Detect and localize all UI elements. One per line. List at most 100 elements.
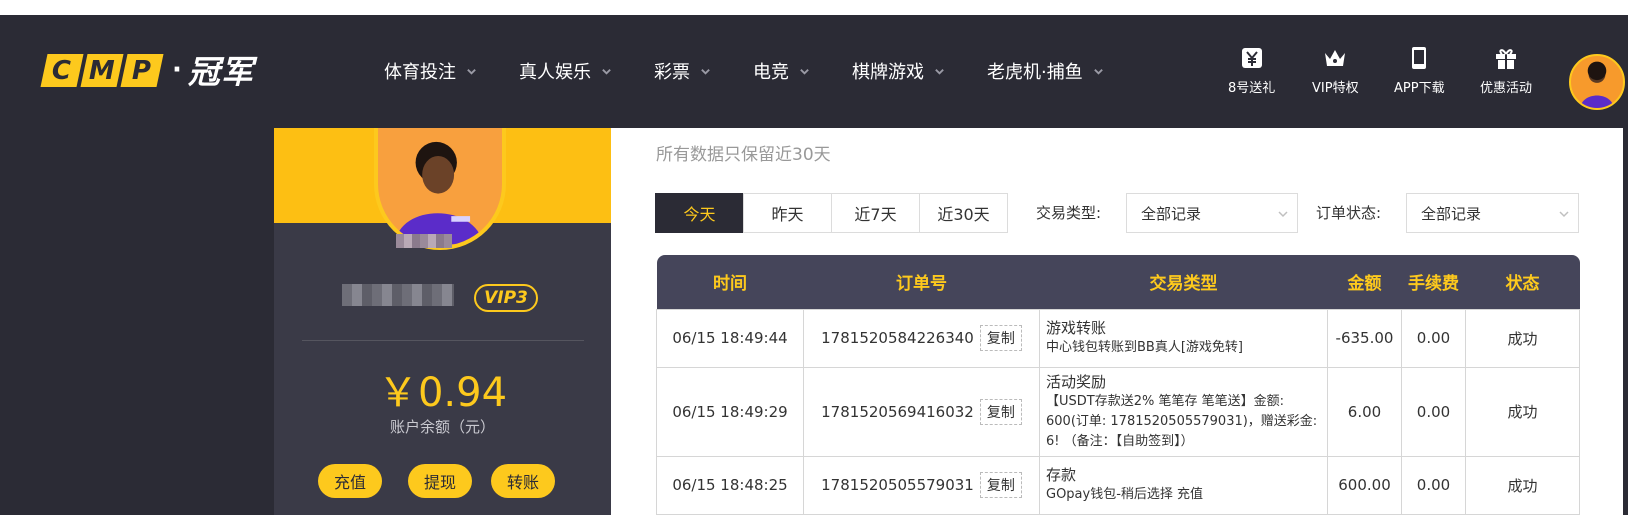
account-balance: ￥0.94	[377, 370, 508, 416]
user-avatar[interactable]	[1569, 54, 1625, 110]
cell-status: 成功	[1465, 308, 1580, 368]
type-title: 活动奖励	[1046, 372, 1107, 391]
withdraw-button[interactable]: 提现	[408, 464, 472, 498]
nav-label: 彩票	[654, 62, 690, 83]
nav-label: 棋牌游戏	[852, 62, 924, 83]
column-header-fee: 手续费	[1401, 255, 1466, 309]
column-header-amount: 金额	[1327, 255, 1402, 309]
nav-label: 体育投注	[384, 62, 456, 83]
account-card: VIP3 ￥0.94 账户余额（元） 充值 提现 转账	[274, 128, 611, 515]
crown-icon	[1325, 50, 1346, 66]
masked-username	[342, 284, 454, 306]
table-header-row: 时间 订单号 交易类型 金额 手续费 状态	[656, 255, 1580, 309]
copy-button[interactable]: 复制	[979, 398, 1022, 425]
order-id: 1781520505579031	[821, 476, 974, 494]
column-header-time: 时间	[656, 255, 804, 309]
gift-yen-icon	[1241, 48, 1262, 68]
chevron-down-icon	[1278, 211, 1288, 218]
cell-status: 成功	[1465, 455, 1580, 515]
nav-item-live-casino[interactable]: 真人娱乐	[519, 58, 612, 84]
cell-amount: 6.00	[1327, 366, 1402, 457]
cell-time: 06/15 18:49:29	[656, 366, 804, 457]
cell-type: 游戏转账 中心钱包转账到BB真人[游戏免转]	[1039, 308, 1328, 368]
logo-letter: P	[132, 55, 152, 85]
chevron-down-icon	[935, 68, 944, 75]
logo-letter-box: M	[80, 53, 124, 87]
transaction-type-label: 交易类型:	[1036, 204, 1102, 222]
cell-fee: 0.00	[1401, 366, 1466, 457]
chevron-down-icon	[602, 68, 611, 75]
table-row: 06/15 18:48:25 1781520505579031 复制 存款 GO…	[656, 455, 1580, 515]
quick-link-app[interactable]: APP下载	[1394, 45, 1445, 96]
date-range-tabs: 今天 昨天 近7天 近30天	[655, 193, 1008, 233]
cell-amount: 600.00	[1327, 455, 1402, 515]
order-cell: 1781520505579031 复制	[804, 472, 1039, 498]
avatar-image	[1580, 61, 1614, 108]
tab-last-7-days[interactable]: 近7天	[831, 193, 920, 233]
table-row: 06/15 18:49:44 1781520584226340 复制 游戏转账 …	[656, 308, 1580, 368]
chevron-down-icon	[800, 68, 809, 75]
nav-item-card-games[interactable]: 棋牌游戏	[852, 58, 945, 84]
avatar-image	[394, 141, 484, 245]
profile-avatar	[374, 128, 506, 250]
cell-fee: 0.00	[1401, 455, 1466, 515]
chevron-down-icon	[1559, 211, 1569, 218]
select-value: 全部记录	[1141, 204, 1202, 223]
quick-link-promotions[interactable]: 优惠活动	[1480, 45, 1532, 96]
transfer-button[interactable]: 转账	[491, 464, 555, 498]
select-value: 全部记录	[1421, 204, 1482, 223]
copy-button[interactable]: 复制	[979, 472, 1022, 498]
cell-order: 1781520569416032 复制	[803, 366, 1040, 457]
phone-icon	[1412, 47, 1427, 69]
masked-text	[396, 234, 452, 248]
cell-type: 活动奖励 【USDT存款送2% 笔笔存 笔笔送】金额: 600(订单: 1781…	[1039, 366, 1328, 457]
logo-letter-box: C	[40, 53, 84, 87]
order-status-select[interactable]: 全部记录	[1406, 193, 1579, 233]
tab-last-30-days[interactable]: 近30天	[919, 193, 1008, 233]
tab-today[interactable]: 今天	[655, 193, 744, 233]
nav-item-esports[interactable]: 电竞	[753, 58, 810, 84]
tab-yesterday[interactable]: 昨天	[743, 193, 832, 233]
present-icon	[1496, 49, 1516, 69]
nav-label: 老虎机·捕鱼	[987, 62, 1083, 83]
quick-link-vip[interactable]: VIP特权	[1312, 45, 1359, 96]
column-header-transaction-type: 交易类型	[1039, 255, 1328, 309]
transaction-type-select[interactable]: 全部记录	[1126, 193, 1298, 233]
quick-link-label: 优惠活动	[1480, 81, 1533, 96]
nav-item-slots-fishing[interactable]: 老虎机·捕鱼	[987, 58, 1104, 84]
column-header-order-id: 订单号	[803, 255, 1040, 309]
chevron-down-icon	[1093, 68, 1103, 75]
logo-dot: ·	[172, 55, 182, 85]
order-id: 1781520584226340	[821, 329, 974, 347]
type-description: GOpay钱包-稍后选择 充值	[1046, 487, 1204, 502]
site-logo[interactable]: C M P · 冠军	[40, 52, 254, 91]
chevron-down-icon	[467, 68, 476, 75]
retention-note: 所有数据只保留近30天	[656, 145, 831, 165]
card-divider	[302, 340, 584, 341]
chevron-down-icon	[701, 68, 710, 75]
copy-button[interactable]: 复制	[979, 325, 1022, 351]
nav-item-sports[interactable]: 体育投注	[384, 58, 477, 84]
quick-link-gift[interactable]: 8号送礼	[1228, 45, 1275, 96]
logo-letter: C	[52, 55, 72, 85]
logo-letter-box: P	[120, 53, 164, 87]
type-title: 游戏转账	[1046, 319, 1107, 337]
logo-letter: M	[89, 55, 115, 85]
cell-time: 06/15 18:48:25	[656, 455, 804, 515]
order-cell: 1781520569416032 复制	[804, 398, 1039, 425]
transaction-panel: 所有数据只保留近30天 今天 昨天 近7天 近30天 交易类型: 全部记录 订单…	[611, 128, 1623, 515]
cell-fee: 0.00	[1401, 308, 1466, 368]
column-header-status: 状态	[1465, 255, 1580, 309]
logo-wordmark: 冠军	[187, 53, 254, 91]
balance-label: 账户余额（元）	[389, 418, 495, 436]
main-nav: 体育投注 真人娱乐 彩票 电竞 棋牌游戏 老虎机·捕鱼	[384, 58, 1146, 84]
quick-link-label: VIP特权	[1312, 81, 1359, 96]
cell-type: 存款 GOpay钱包-稍后选择 充值	[1039, 455, 1328, 515]
order-cell: 1781520584226340 复制	[804, 325, 1039, 351]
deposit-button[interactable]: 充值	[318, 464, 382, 498]
type-description: 【USDT存款送2% 笔笔存 笔笔送】金额: 600(订单: 178152050…	[1046, 393, 1318, 449]
site-header: C M P · 冠军 体育投注 真人娱乐 彩票 电竞 棋牌游戏 老虎机·捕鱼 8…	[0, 15, 1628, 123]
type-title: 存款	[1046, 466, 1077, 484]
cell-amount: -635.00	[1327, 308, 1402, 368]
nav-item-lottery[interactable]: 彩票	[654, 58, 711, 84]
